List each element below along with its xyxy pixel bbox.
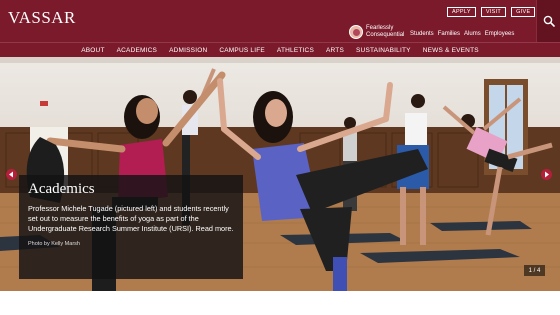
give-button[interactable]: GIVE	[511, 7, 536, 17]
main-nav: ABOUT ACADEMICS ADMISSION CAMPUS LIFE AT…	[0, 42, 560, 57]
slide-counter: 1 / 4	[524, 265, 545, 276]
chevron-right-icon	[545, 171, 549, 178]
hero-slideshow: Academics Professor Michele Tugade (pict…	[0, 57, 560, 291]
audience-links: Students Families Alums Employees	[410, 31, 514, 37]
nav-item-athletics[interactable]: ATHLETICS	[271, 47, 320, 54]
audience-link-students[interactable]: Students	[410, 31, 434, 37]
slide-description[interactable]: Professor Michele Tugade (pictured left)…	[28, 204, 234, 234]
photo-credit: Photo by Kelly Marsh	[28, 241, 80, 247]
audience-link-alums[interactable]: Alums	[464, 31, 481, 37]
tagline-text: Fearlessly Consequential	[366, 25, 405, 38]
visit-button[interactable]: VISIT	[480, 7, 507, 17]
nav-item-arts[interactable]: ARTS	[320, 47, 350, 54]
nav-item-academics[interactable]: ACADEMICS	[111, 47, 163, 54]
nav-item-about[interactable]: ABOUT	[75, 47, 110, 54]
search-icon	[543, 15, 555, 27]
slide-prev-button[interactable]	[6, 169, 17, 180]
nav-item-campus-life[interactable]: CAMPUS LIFE	[213, 47, 271, 54]
slide-title[interactable]: Academics	[28, 181, 234, 198]
vassar-logo[interactable]: VASSAR	[8, 8, 76, 28]
utility-buttons: APPLY VISIT GIVE	[447, 7, 536, 17]
nav-item-news-events[interactable]: NEWS & EVENTS	[417, 47, 485, 54]
site-header: VASSAR Fearlessly Consequential Students…	[0, 0, 560, 42]
slide-caption: Academics Professor Michele Tugade (pict…	[19, 175, 243, 279]
seal-icon	[349, 25, 363, 39]
search-button[interactable]	[536, 0, 560, 42]
tagline: Fearlessly Consequential	[349, 24, 410, 40]
audience-link-families[interactable]: Families	[438, 31, 460, 37]
apply-button[interactable]: APPLY	[447, 7, 476, 17]
chevron-left-icon	[9, 171, 13, 178]
nav-item-admission[interactable]: ADMISSION	[163, 47, 213, 54]
nav-item-sustainability[interactable]: SUSTAINABILITY	[350, 47, 417, 54]
audience-link-employees[interactable]: Employees	[485, 31, 515, 37]
slide-next-button[interactable]	[541, 169, 552, 180]
